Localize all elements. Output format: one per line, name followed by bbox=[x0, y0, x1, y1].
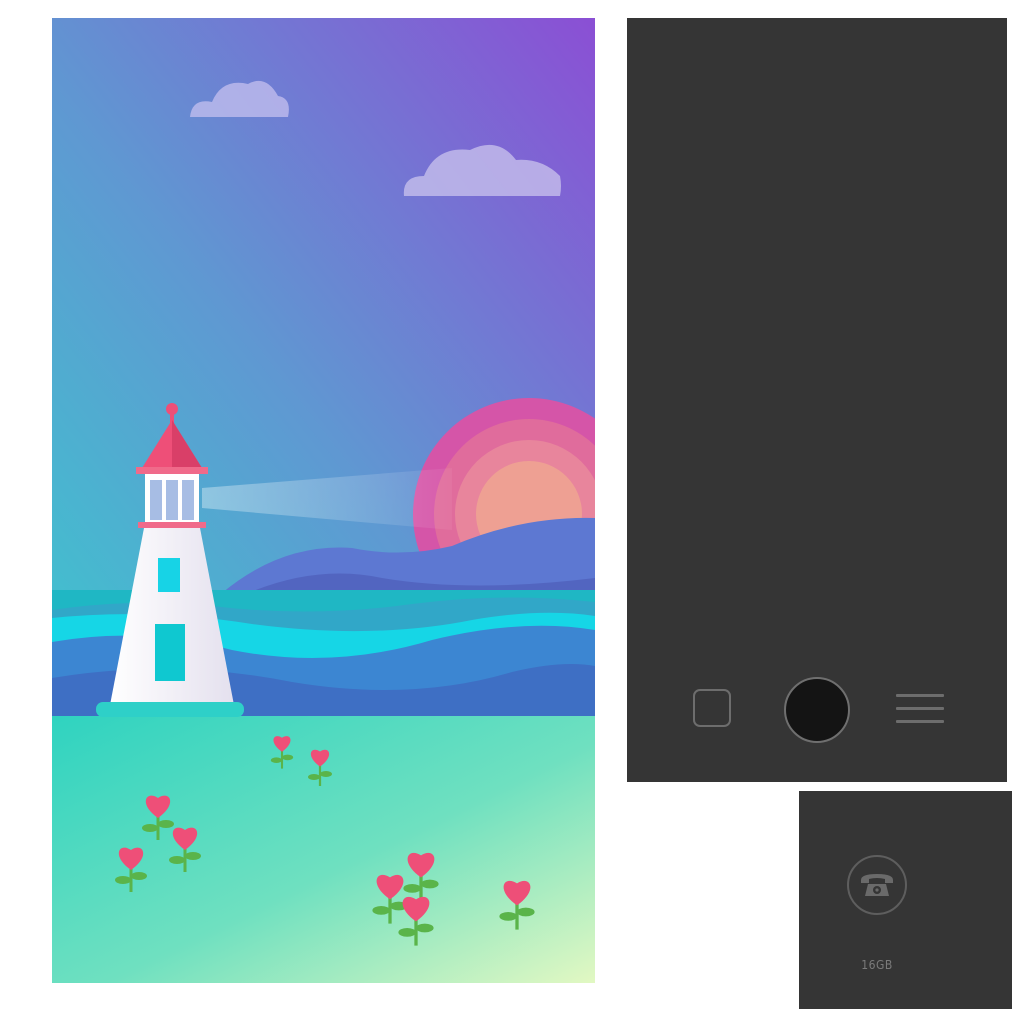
home-circle-icon[interactable] bbox=[784, 677, 850, 743]
storage-label: 16GB bbox=[861, 958, 893, 972]
telephone-icon[interactable] bbox=[847, 855, 907, 915]
square-icon[interactable] bbox=[693, 689, 731, 727]
wallpaper-illustration bbox=[52, 18, 595, 983]
storage-tile: 16GB bbox=[799, 791, 1012, 1009]
phone-screen-panel bbox=[627, 18, 1007, 782]
lighthouse-wallpaper bbox=[52, 18, 595, 983]
menu-icon[interactable] bbox=[896, 694, 944, 724]
